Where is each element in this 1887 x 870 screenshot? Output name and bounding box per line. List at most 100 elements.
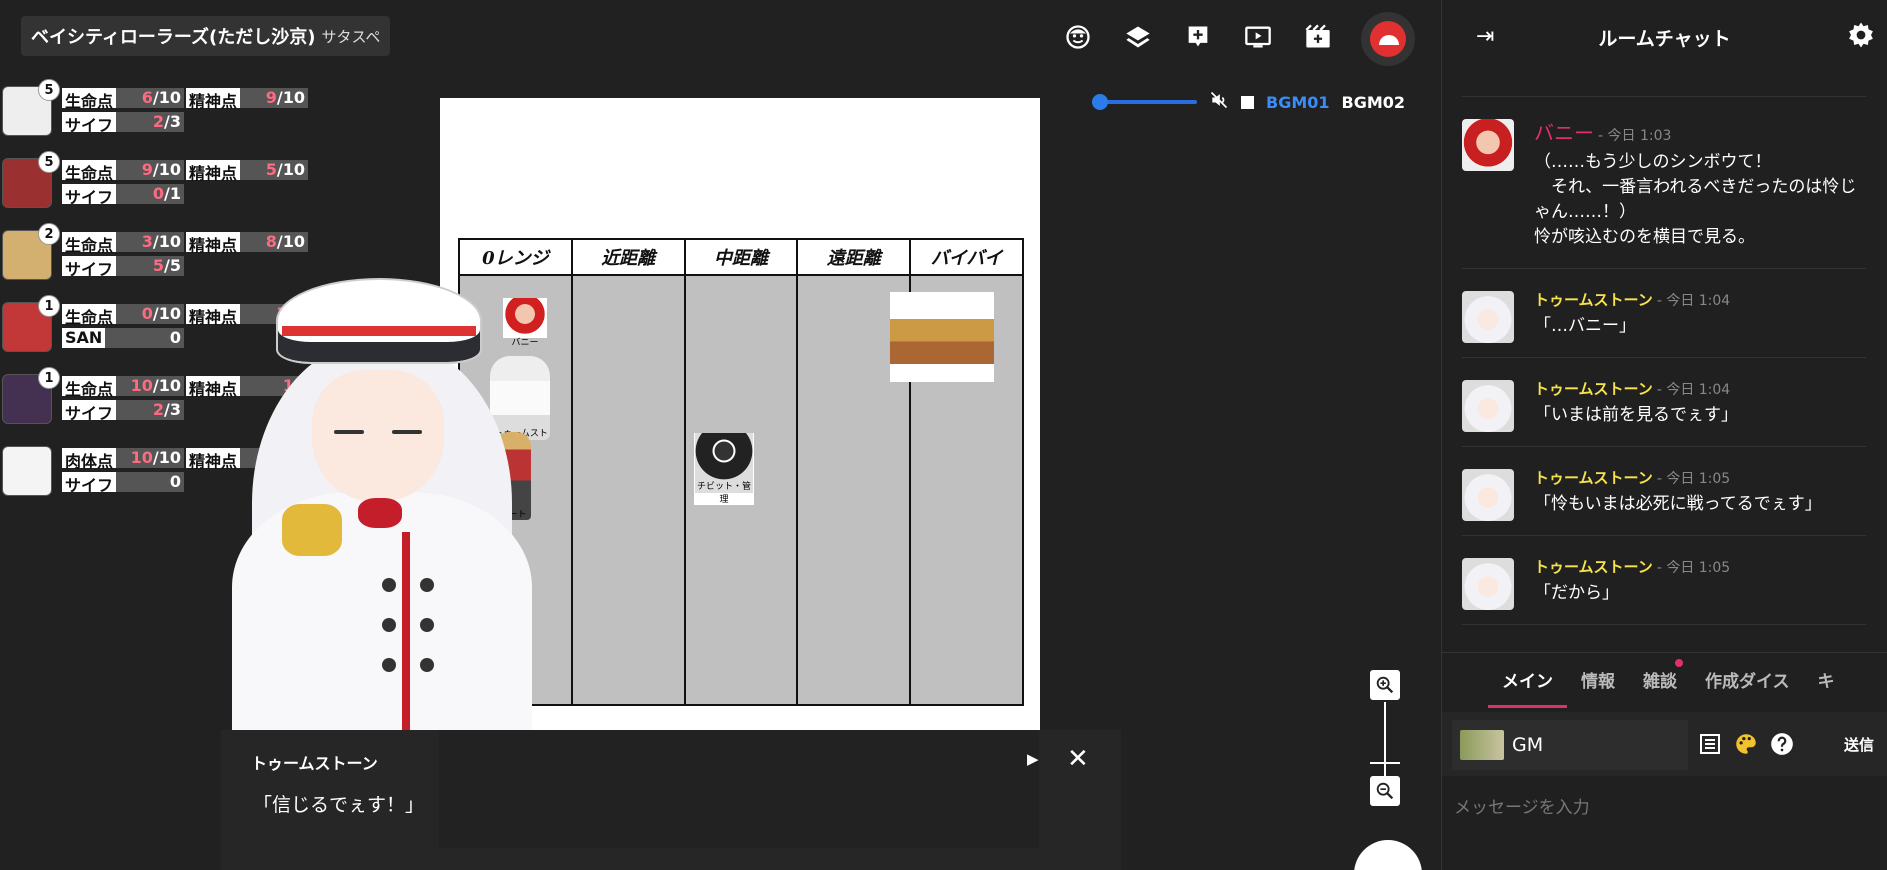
stat-gauge: SAN 0 [62, 328, 184, 348]
stat-current: 8 [265, 232, 277, 251]
chat-log[interactable]: バニー - 今日 1:03 （……もう少しのシンボウて！ それ、一番言われるべきだっ… [1462, 96, 1866, 636]
game-system: サタスペ [321, 27, 381, 46]
stat-current: 5 [265, 160, 277, 179]
stat-max: 0 [169, 328, 181, 347]
message-avatar[interactable] [1462, 119, 1514, 171]
stat-value: 0 [105, 328, 184, 348]
epaulet-shape [282, 504, 342, 556]
send-button[interactable]: 送信 [1844, 734, 1874, 755]
volume-slider[interactable] [1092, 94, 1197, 110]
zoom-thumb[interactable] [1370, 762, 1400, 764]
stat-current: 6 [141, 88, 153, 107]
volume-knob[interactable] [1092, 94, 1108, 110]
piece-label: チビット・管理 [696, 482, 751, 505]
message-body: （……もう少しのシンボウて！ それ、一番言われるべきだったのは怜じゃん……！） … [1534, 152, 1857, 247]
gear-icon[interactable] [1846, 20, 1876, 50]
level-badge: 1 [38, 367, 60, 389]
stat-gauge: 精神点 8/10 [186, 232, 308, 255]
message-time: - 今日 1:05 [1656, 471, 1731, 487]
stop-icon[interactable] [1241, 95, 1254, 109]
character-standing-image [232, 278, 532, 730]
stat-name: 肉体点 [62, 448, 117, 471]
range-header: 中距離 [685, 240, 797, 276]
message-avatar[interactable] [1462, 380, 1514, 432]
chat-message[interactable]: トゥームストーン - 今日 1:04 「いまは前を見るでぇす」 [1462, 358, 1866, 447]
range-column: 近距離 [572, 240, 686, 704]
range-header: 遠距離 [798, 240, 910, 276]
zoom-track[interactable] [1384, 702, 1386, 776]
chat-tab[interactable]: 雑談 [1629, 653, 1691, 708]
chat-tab[interactable]: 作成ダイス [1691, 653, 1804, 708]
stat-name: サイフ [62, 256, 117, 279]
palette-icon[interactable] [1732, 730, 1760, 758]
message-meta: バニー - 今日 1:03 [1534, 117, 1866, 146]
close-icon[interactable]: ✕ [1067, 744, 1089, 774]
chat-message[interactable]: トゥームストーン - 今日 1:04 「…バニー」 [1462, 269, 1866, 358]
stat-value: 10/10 [116, 448, 184, 468]
stat-max: /10 [152, 304, 181, 323]
level-badge: 5 [38, 79, 60, 101]
stat-gauge: サイフ 5/5 [62, 256, 184, 279]
character-select[interactable]: GM [1452, 720, 1688, 770]
screen-icon[interactable] [1238, 18, 1278, 56]
stat-max: /10 [152, 232, 181, 251]
range-header: 0レンジ [460, 240, 571, 276]
next-arrow-icon[interactable]: ▶ [1027, 750, 1039, 768]
chat-title: ルームチャット [1598, 27, 1731, 50]
layers-icon[interactable] [1118, 18, 1158, 56]
zoom-out-icon[interactable] [1370, 776, 1400, 806]
party-member[interactable]: 5 生命点 9/10 精神点 5/10 サイフ 0/1 [0, 151, 320, 208]
piece-ship[interactable] [890, 292, 994, 382]
zoom-in-icon[interactable] [1370, 670, 1400, 700]
add-box-icon[interactable] [1178, 18, 1218, 56]
mute-icon[interactable] [1209, 90, 1229, 115]
message-avatar[interactable] [1462, 558, 1514, 610]
stat-value: 8/10 [240, 232, 308, 252]
bow-shape [358, 498, 402, 528]
face-shape [312, 370, 444, 502]
stat-max: /10 [276, 232, 305, 251]
stat-name: 生命点 [62, 304, 117, 327]
stat-gauge: 精神点 5/10 [186, 160, 308, 183]
list-icon[interactable] [1696, 730, 1724, 758]
chat-tab[interactable]: 情報 [1567, 653, 1629, 708]
stat-name: 生命点 [62, 88, 117, 111]
stat-value: 5/10 [240, 160, 308, 180]
stat-value: 9/10 [116, 160, 184, 180]
stat-name: サイフ [62, 184, 117, 207]
message-avatar[interactable] [1462, 291, 1514, 343]
scene-icon[interactable] [1298, 18, 1338, 56]
room-title[interactable]: ベイシティローラーズ(ただし沙京) サタスペ [21, 16, 391, 56]
member-avatar[interactable] [2, 446, 52, 496]
stat-name: 生命点 [62, 376, 117, 399]
message-avatar[interactable] [1462, 469, 1514, 521]
party-member[interactable]: 5 生命点 6/10 精神点 9/10 サイフ 2/3 [0, 79, 320, 136]
party-member[interactable]: 2 生命点 3/10 精神点 8/10 サイフ 5/5 [0, 223, 320, 280]
bgm-track-2[interactable]: BGM02 [1342, 93, 1406, 112]
coat-button [420, 658, 434, 672]
chat-tab[interactable]: メイン [1488, 653, 1567, 708]
message-meta: トゥームストーン - 今日 1:04 [1534, 289, 1866, 310]
stat-max: /10 [152, 448, 181, 467]
chat-header: ⇥ ルームチャット [1442, 0, 1887, 74]
level-badge: 1 [38, 295, 60, 317]
bgm-track-1[interactable]: BGM01 [1266, 93, 1330, 112]
chat-message[interactable]: トゥームストーン - 今日 1:05 「怜もいまは必死に戦ってるでぇす」 [1462, 447, 1866, 536]
chat-tab[interactable]: キ [1804, 653, 1849, 708]
message-sender: トゥームストーン [1534, 469, 1653, 487]
chat-message[interactable]: トゥームストーン - 今日 1:05 「だから」 [1462, 536, 1866, 625]
tabs-spacer [1442, 653, 1488, 708]
stat-gauge: 生命点 9/10 [62, 160, 184, 183]
coat-button [420, 618, 434, 632]
user-avatar-icon[interactable] [1361, 12, 1415, 66]
stat-current: 0 [141, 304, 153, 323]
stat-current: 10 [130, 448, 153, 467]
piece-man[interactable]: チビット・管理 [694, 433, 754, 505]
stat-name: 生命点 [62, 232, 117, 255]
stat-value: 10/10 [116, 376, 184, 396]
stat-current: 10 [130, 376, 153, 395]
face-icon[interactable] [1058, 18, 1098, 56]
chat-message[interactable]: バニー - 今日 1:03 （……もう少しのシンボウて！ それ、一番言われるべきだっ… [1462, 97, 1866, 269]
help-icon[interactable] [1768, 730, 1796, 758]
message-input[interactable] [1442, 778, 1887, 838]
